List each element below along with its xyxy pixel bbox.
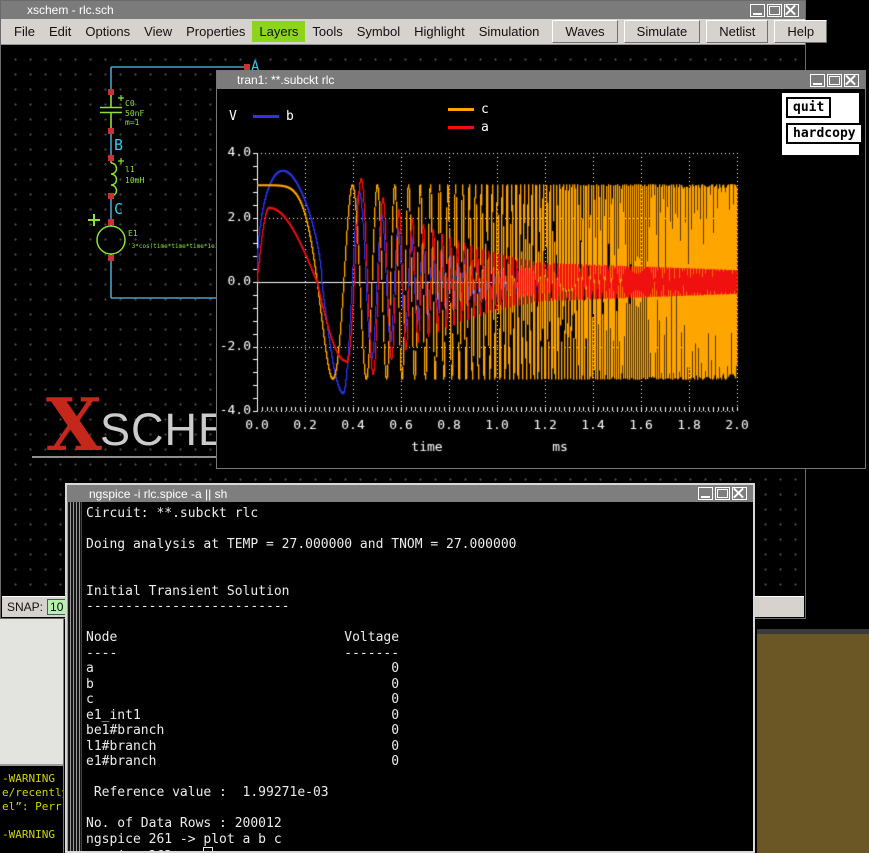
terminal-window-controls [698, 487, 747, 500]
src-value: '3*cos(time*time*time*1e11)' [128, 243, 229, 250]
menu-symbol[interactable]: Symbol [350, 21, 407, 42]
cap-param: m=1 [125, 118, 140, 127]
xschem-menubar: FileEditOptionsViewPropertiesLayersTools… [1, 19, 805, 45]
ind-value: 10mH [125, 176, 144, 185]
waves-button[interactable]: Waves [552, 20, 617, 43]
xschem-logo-x: X [46, 382, 102, 467]
terminal-titlebar[interactable]: ngspice -i rlc.spice -a || sh [67, 485, 753, 502]
plot-button-panel: quit hardcopy [781, 92, 860, 156]
plot-window-controls [810, 74, 859, 87]
plot-window: tran1: **.subckt rlc V bca quit hardcopy [216, 70, 866, 469]
menu-layers[interactable]: Layers [252, 21, 305, 42]
hardcopy-button[interactable]: hardcopy [786, 123, 863, 144]
xschem-titlebar[interactable]: xschem - rlc.sch [1, 1, 805, 19]
voltage-source-symbol[interactable] [88, 214, 125, 261]
desktop: -WARNING e/recently el”: Perr -WARNING x… [0, 0, 869, 853]
plot-titlebar[interactable]: tran1: **.subckt rlc [217, 71, 865, 89]
close-icon[interactable] [844, 74, 859, 87]
close-icon[interactable] [784, 4, 799, 17]
menu-file[interactable]: File [7, 21, 42, 42]
ind-ref: l1 [125, 165, 135, 174]
menu-bar-items: FileEditOptionsViewPropertiesLayersTools… [7, 21, 546, 42]
minimize-icon[interactable] [810, 74, 825, 87]
terminal-scrollbar[interactable] [67, 502, 82, 851]
background-console-text: -WARNING e/recently el”: Perr -WARNING [2, 772, 63, 842]
minimize-icon[interactable] [750, 4, 765, 17]
terminal-window-title: ngspice -i rlc.spice -a || sh [89, 487, 698, 501]
help-button[interactable]: Help [774, 20, 827, 43]
menu-simulation[interactable]: Simulation [472, 21, 547, 42]
menu-highlight[interactable]: Highlight [407, 21, 472, 42]
minimize-icon[interactable] [698, 487, 713, 500]
terminal-body[interactable]: Circuit: **.subckt rlc Doing analysis at… [67, 502, 753, 851]
plot-content: V bca quit hardcopy [217, 89, 865, 468]
terminal-output[interactable]: Circuit: **.subckt rlc Doing analysis at… [86, 506, 516, 851]
capacitor-symbol[interactable] [100, 92, 124, 130]
plot-window-title: tran1: **.subckt rlc [237, 73, 810, 87]
background-window: -WARNING e/recently el”: Perr -WARNING [0, 619, 64, 853]
cap-ref: C0 [125, 99, 135, 108]
menu-edit[interactable]: Edit [42, 21, 78, 42]
quit-button[interactable]: quit [786, 97, 831, 118]
background-brown-window [757, 629, 869, 853]
menu-bar-buttons: Waves SimulateNetlist Help [546, 20, 827, 43]
net-label-b[interactable]: B [114, 136, 123, 154]
close-icon[interactable] [732, 487, 747, 500]
src-ref: E1 [128, 229, 138, 238]
cap-value: 50nF [125, 109, 144, 118]
menu-tools[interactable]: Tools [305, 21, 349, 42]
waveform-canvas [217, 89, 865, 467]
net-label-c[interactable]: C [114, 200, 123, 218]
snap-label: SNAP: [7, 600, 43, 614]
maximize-icon[interactable] [827, 74, 842, 87]
terminal-cursor [203, 847, 213, 851]
netlist-button[interactable]: Netlist [706, 20, 768, 43]
background-console: -WARNING e/recently el”: Perr -WARNING [0, 764, 63, 853]
xschem-window-title: xschem - rlc.sch [27, 3, 750, 17]
simulate-button[interactable]: Simulate [624, 20, 701, 43]
xschem-window-controls [750, 4, 799, 17]
terminal-window: ngspice -i rlc.spice -a || sh Circuit: *… [65, 483, 755, 853]
maximize-icon[interactable] [767, 4, 782, 17]
inductor-symbol[interactable] [111, 158, 124, 196]
menu-options[interactable]: Options [78, 21, 137, 42]
menu-view[interactable]: View [137, 21, 179, 42]
component-labels: C0 50nF m=1 l1 10mH E1 '3*cos(time*time*… [125, 99, 229, 250]
menu-properties[interactable]: Properties [179, 21, 252, 42]
maximize-icon[interactable] [715, 487, 730, 500]
